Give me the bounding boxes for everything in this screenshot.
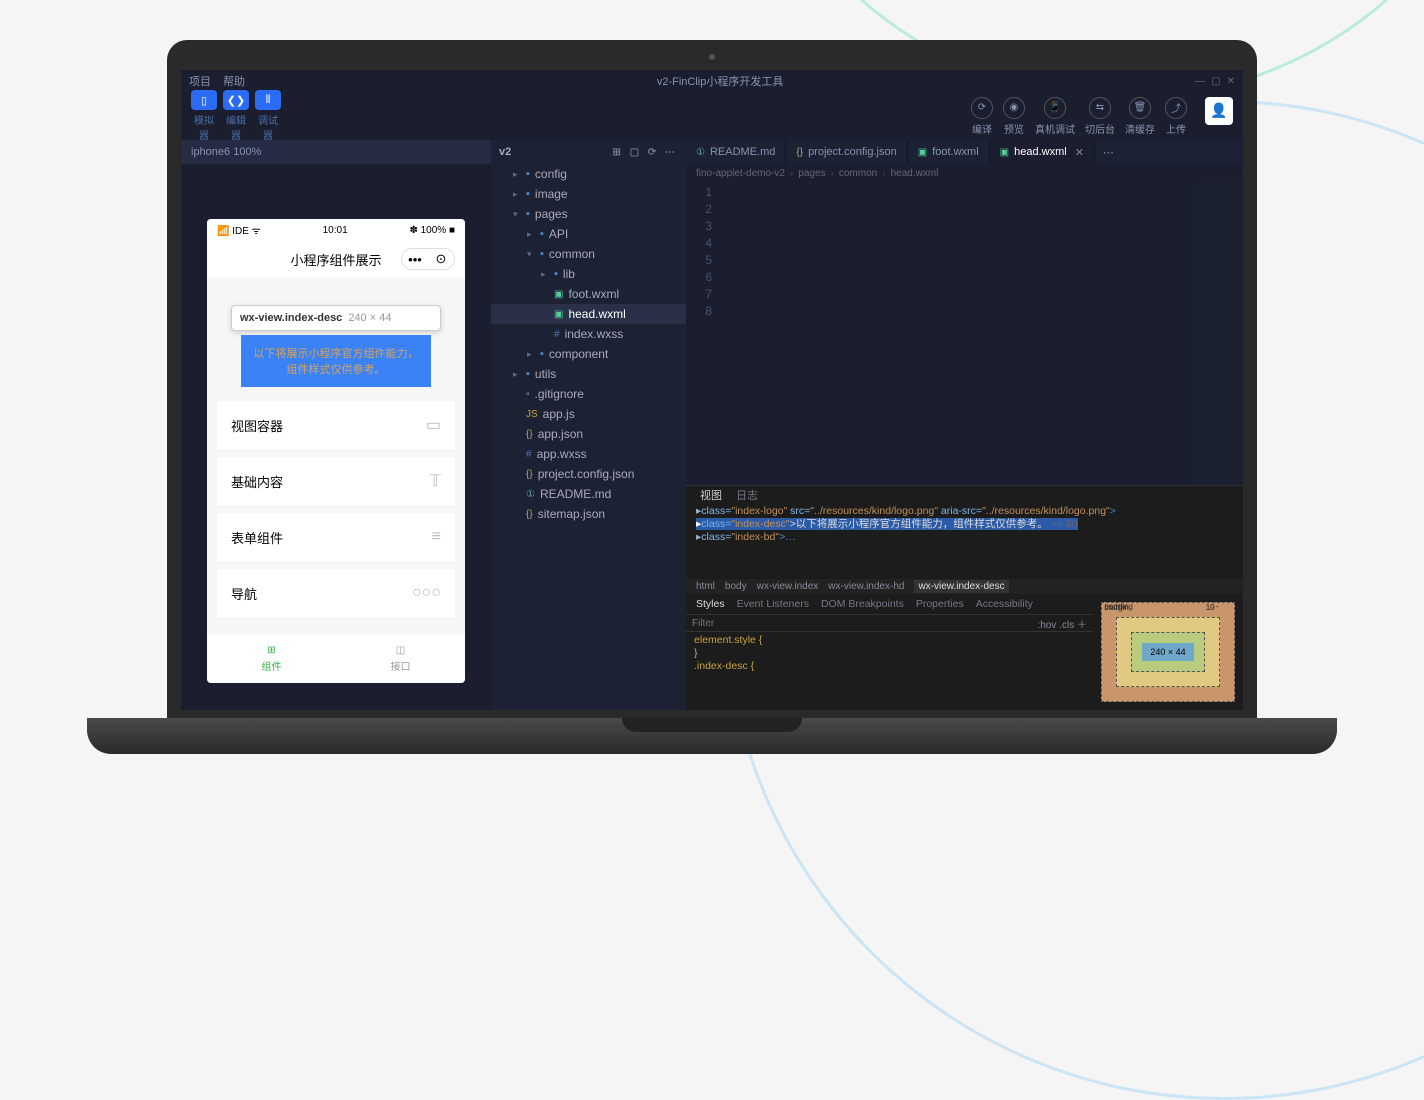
capsule-buttons[interactable]: •••⊙ [401, 248, 455, 270]
tool-action-切后台[interactable]: ⇆切后台 [1085, 97, 1115, 136]
tree-item[interactable]: ▫.gitignore [491, 384, 686, 404]
phone-preview: 📶 IDE ᯤ 10:01 ✽ 100% ■ 小程序组件展示 •••⊙ wx-v [207, 219, 465, 683]
editor-label: 编辑器 [223, 112, 249, 142]
window-title: v2-FinClip小程序开发工具 [257, 73, 1183, 89]
editor-area: ①README.md{}project.config.json▣foot.wxm… [686, 140, 1243, 710]
tree-item[interactable]: JSapp.js [491, 404, 686, 424]
tree-item[interactable]: {}project.config.json [491, 464, 686, 484]
dom-crumb[interactable]: wx-view.index-hd [828, 581, 904, 592]
close-button[interactable]: ✕ [1227, 76, 1235, 87]
tree-item[interactable]: ▸▪config [491, 164, 686, 184]
simulator-panel: iphone6 100% 📶 IDE ᯤ 10:01 ✽ 100% ■ 小程序组… [181, 140, 491, 710]
phone-tab-组件[interactable]: ⊞组件 [207, 635, 336, 683]
tree-item[interactable]: ▣head.wxml [491, 304, 686, 324]
dom-crumb[interactable]: body [725, 581, 747, 592]
styles-tab[interactable]: Styles [696, 598, 725, 610]
styles-tab[interactable]: Accessibility [976, 598, 1033, 610]
dom-crumb[interactable]: wx-view.index [757, 581, 819, 592]
tool-action-真机调试[interactable]: 📱真机调试 [1035, 97, 1075, 136]
devtools-tab-log[interactable]: 日志 [736, 487, 758, 503]
menubar: 项目 帮助 v2-FinClip小程序开发工具 — ▢ ✕ [181, 70, 1243, 92]
tree-item[interactable]: ▾▪common [491, 244, 686, 264]
tool-action-清缓存[interactable]: 🗑清缓存 [1125, 97, 1155, 136]
editor-tab[interactable]: ①README.md [686, 140, 786, 164]
tree-item[interactable]: ▾▪pages [491, 204, 686, 224]
styles-tab[interactable]: DOM Breakpoints [821, 598, 904, 610]
breadcrumb[interactable]: fino-applet-demo-v2›pages›common›head.wx… [686, 164, 1243, 182]
css-rules[interactable]: element.style { } .index-desc {</span></… [686, 632, 1093, 710]
tree-item[interactable]: ▸▪lib [491, 264, 686, 284]
styles-filter-input[interactable] [692, 618, 1038, 629]
project-root[interactable]: v2 [499, 146, 511, 158]
tree-item[interactable]: ①README.md [491, 484, 686, 504]
code-editor[interactable]: 12345678 [686, 182, 1243, 485]
box-model: margin 10 border - padding - [1093, 594, 1243, 710]
sim-menu-item[interactable]: 基础内容𝕋 [217, 457, 455, 505]
phone-nav-title: 小程序组件展示 [290, 250, 381, 269]
debugger-toggle[interactable]: ⫴ [255, 90, 281, 110]
sim-menu-item[interactable]: 导航○○○ [217, 569, 455, 617]
camera-dot [709, 54, 715, 60]
tree-item[interactable]: #index.wxss [491, 324, 686, 344]
file-explorer: v2 ⊞ ▢ ⟳ ⋯ ▸▪config▸▪image▾▪pages▸▪API▾▪… [491, 140, 686, 710]
tree-item[interactable]: ▣foot.wxml [491, 284, 686, 304]
tool-action-预览[interactable]: ◉预览 [1003, 97, 1025, 136]
menu-project[interactable]: 项目 [189, 73, 211, 89]
window-controls: — ▢ ✕ [1195, 76, 1235, 87]
dom-crumb[interactable]: html [696, 581, 715, 592]
sim-menu-item[interactable]: 视图容器▭ [217, 401, 455, 449]
tabs-more[interactable]: ⋯ [1095, 140, 1122, 164]
tree-item[interactable]: #app.wxss [491, 444, 686, 464]
tool-action-上传[interactable]: ⤴上传 [1165, 97, 1187, 136]
minimize-button[interactable]: — [1195, 76, 1205, 87]
laptop-frame: 项目 帮助 v2-FinClip小程序开发工具 — ▢ ✕ ▯ ❮❯ ⫴ [167, 40, 1257, 754]
sim-menu-item[interactable]: 表单组件≡ [217, 513, 455, 561]
editor-tab[interactable]: ▣head.wxml✕ [990, 140, 1095, 164]
maximize-button[interactable]: ▢ [1211, 76, 1220, 87]
simulator-label: 模拟器 [191, 112, 217, 142]
tool-action-编译[interactable]: ⟳编译 [971, 97, 993, 136]
tree-item[interactable]: ▸▪component [491, 344, 686, 364]
editor-tab[interactable]: ▣foot.wxml [908, 140, 990, 164]
phone-nav-bar: 小程序组件展示 •••⊙ [207, 241, 465, 277]
avatar[interactable]: 👤 [1205, 97, 1233, 125]
tree-item[interactable]: ▸▪API [491, 224, 686, 244]
editor-toggle[interactable]: ❮❯ [223, 90, 249, 110]
styles-filter-controls[interactable]: :hov .cls ＋ [1038, 616, 1087, 631]
ide-screen: 项目 帮助 v2-FinClip小程序开发工具 — ▢ ✕ ▯ ❮❯ ⫴ [181, 70, 1243, 710]
tree-item[interactable]: ▸▪image [491, 184, 686, 204]
tree-item[interactable]: {}sitemap.json [491, 504, 686, 524]
phone-status-bar: 📶 IDE ᯤ 10:01 ✽ 100% ■ [207, 219, 465, 241]
styles-tab[interactable]: Properties [916, 598, 964, 610]
phone-tab-接口[interactable]: ◫接口 [336, 635, 465, 683]
devtools-tab-view[interactable]: 视图 [700, 487, 722, 503]
inspect-tooltip: wx-view.index-desc240 × 44 [231, 305, 441, 331]
simulator-device-label[interactable]: iphone6 100% [181, 140, 491, 164]
toolbar: ▯ ❮❯ ⫴ 模拟器 编辑器 调试器 ⟳编译 ◉预览 📱真机调试 ⇆切后台 🗑清缓存 ⤴上… [181, 92, 1243, 140]
highlighted-element[interactable]: 以下将展示小程序官方组件能力，组件样式仅供参考。 [241, 335, 431, 387]
menu-help[interactable]: 帮助 [223, 73, 245, 89]
dom-inspector[interactable]: ▸class="index-logo" src="../resources/ki… [686, 503, 1243, 579]
editor-tab[interactable]: {}project.config.json [786, 140, 907, 164]
tree-header-actions[interactable]: ⊞ ▢ ⟳ ⋯ [612, 147, 678, 158]
debugger-label: 调试器 [255, 112, 281, 142]
tree-item[interactable]: {}app.json [491, 424, 686, 444]
dom-crumb[interactable]: wx-view.index-desc [914, 580, 1008, 593]
tree-item[interactable]: ▸▪utils [491, 364, 686, 384]
styles-tab[interactable]: Event Listeners [737, 598, 809, 610]
simulator-toggle[interactable]: ▯ [191, 90, 217, 110]
minimap[interactable] [1193, 182, 1243, 485]
devtools: 视图 日志 ▸class="index-logo" src="../resour… [686, 485, 1243, 710]
